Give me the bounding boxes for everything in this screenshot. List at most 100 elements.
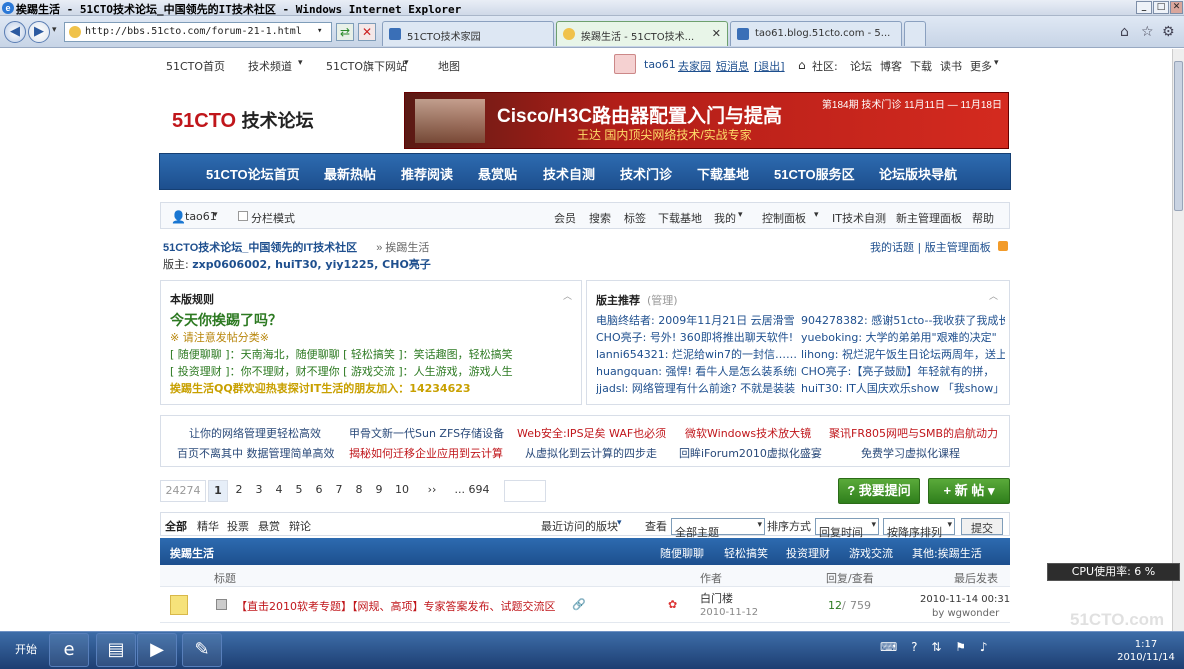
minimize-button[interactable]: _ xyxy=(1136,1,1152,14)
mainnav-bounty[interactable]: 悬赏贴 xyxy=(478,164,517,183)
security-icon[interactable]: ⚑ xyxy=(955,640,966,654)
tools-gear-icon[interactable]: ⚙ xyxy=(1162,24,1175,40)
pager-page[interactable]: 8 xyxy=(350,480,368,502)
address-bar[interactable]: http://bbs.51cto.com/forum-21-1.html ▾ xyxy=(64,22,332,42)
pager-page[interactable]: 3 xyxy=(250,480,268,502)
history-dropdown-icon[interactable]: ▾ xyxy=(52,25,57,35)
mainnav-clinic[interactable]: 技术门诊 xyxy=(620,164,672,183)
recommend-manage[interactable]: (管理) xyxy=(647,292,678,308)
tab-close-icon[interactable]: ✕ xyxy=(712,27,721,40)
pager-page-current[interactable]: 1 xyxy=(208,480,228,502)
topnav-messages[interactable]: 短消息 xyxy=(716,58,749,74)
pager-page[interactable]: 2 xyxy=(230,480,248,502)
userbar-control-panel[interactable]: 控制面板 xyxy=(762,210,806,226)
userbar-tags[interactable]: 标签 xyxy=(624,210,646,226)
collapse-icon[interactable]: ︿ xyxy=(563,289,572,302)
forum-category[interactable]: 投资理财 xyxy=(786,545,830,561)
mainnav-recommended[interactable]: 推荐阅读 xyxy=(401,164,453,183)
recommend-item[interactable]: CHO亮子:【亮子鼓励】年轻就有的拼， xyxy=(801,363,1005,380)
recommend-item[interactable]: CHO亮子: 号外! 360即将推出聊天软件! xyxy=(596,329,796,346)
new-tab-button[interactable] xyxy=(904,21,926,46)
admin-panel-link[interactable]: 版主管理面板 xyxy=(925,241,991,254)
filter-tab-all[interactable]: 全部 xyxy=(165,518,187,534)
userbar-mine[interactable]: 我的 xyxy=(714,210,736,226)
pager-page[interactable]: 9 xyxy=(370,480,388,502)
recommend-item[interactable]: lihong: 祝烂泥午饭生日论坛两周年，送上 xyxy=(801,346,1005,363)
tab-forum-active[interactable]: 挨踢生活 - 51CTO技术... ✕ xyxy=(556,21,728,46)
forum-category[interactable]: 轻松搞笑 xyxy=(724,545,768,561)
filter-tab-bounty[interactable]: 悬赏 xyxy=(258,518,280,534)
refresh-icon[interactable]: ⇄ xyxy=(336,23,354,41)
back-icon[interactable]: ◀ xyxy=(4,21,26,43)
site-logo[interactable]: 51CTO 技术论坛 xyxy=(172,107,314,133)
forum-category[interactable]: 其他:挨踢生活 xyxy=(912,545,982,561)
ad-link[interactable]: 让你的网络管理更轻松高效 xyxy=(189,425,321,441)
ad-link[interactable]: 百页不离其中 数据管理简单高效 xyxy=(177,445,335,461)
ad-link[interactable]: 微软Windows技术放大镜 xyxy=(685,425,811,441)
mainnav-boards[interactable]: 论坛版块导航 xyxy=(879,164,957,183)
filter-tab-digest[interactable]: 精华 xyxy=(197,518,219,534)
thread-last-by[interactable]: by wgwonder xyxy=(932,608,999,619)
pager-page[interactable]: 7 xyxy=(330,480,348,502)
view-select[interactable]: 全部主题 ▾ xyxy=(671,518,765,539)
filter-tab-poll[interactable]: 投票 xyxy=(227,518,249,534)
pager-goto-input[interactable] xyxy=(504,480,546,502)
topnav-user[interactable]: tao61 xyxy=(644,58,676,71)
rss-icon[interactable] xyxy=(998,241,1009,251)
community-books[interactable]: 读书 xyxy=(940,58,962,74)
topnav-home-link[interactable]: 去家园 xyxy=(678,58,711,74)
tab-blog[interactable]: tao61.blog.51cto.com - 5... xyxy=(730,21,902,46)
network-icon[interactable]: ⇅ xyxy=(931,640,941,654)
close-button[interactable]: ✕ xyxy=(1170,1,1183,14)
forum-category[interactable]: 游戏交流 xyxy=(849,545,893,561)
table-row[interactable]: 【直击2010软考专题】【网规、高项】专家答案发布、试题交流区 🔗 ✿ 白门楼 … xyxy=(160,587,1010,623)
mainnav-hot[interactable]: 最新热帖 xyxy=(324,164,376,183)
recommend-item[interactable]: 电脑终结者: 2009年11月21日 云居滑雪! xyxy=(596,312,796,329)
my-topics-link[interactable]: 我的话题 xyxy=(870,241,914,254)
topnav-channels[interactable]: 技术频道 xyxy=(248,58,292,74)
stop-icon[interactable]: ✕ xyxy=(358,23,376,41)
breadcrumb-site[interactable]: 51CTO技术论坛_中国领先的IT技术社区 xyxy=(163,242,357,254)
scrollbar-thumb[interactable] xyxy=(1174,61,1183,211)
volume-icon[interactable]: ♪ xyxy=(980,640,988,654)
ie-taskbar-icon[interactable]: e xyxy=(49,633,89,667)
mainnav-selftest[interactable]: 技术自测 xyxy=(543,164,595,183)
home-icon[interactable]: ⌂ xyxy=(1120,24,1129,40)
community-forum[interactable]: 论坛 xyxy=(850,58,872,74)
community-download[interactable]: 下载 xyxy=(910,58,932,74)
mainnav-service[interactable]: 51CTO服务区 xyxy=(774,164,855,183)
topnav-home[interactable]: 51CTO首页 xyxy=(166,58,225,74)
avatar[interactable] xyxy=(614,54,636,74)
userbar-search[interactable]: 搜索 xyxy=(589,210,611,226)
split-mode-label[interactable]: 分栏模式 xyxy=(251,210,295,226)
recommend-item[interactable]: 904278382: 感谢51cto--我收获了我成长 xyxy=(801,312,1005,329)
mainnav-home[interactable]: 51CTO论坛首页 xyxy=(206,164,300,183)
ad-link[interactable]: 揭秘如何迁移企业应用到云计算 xyxy=(349,445,503,461)
userbar-members[interactable]: 会员 xyxy=(554,210,576,226)
ad-link[interactable]: Web安全:IPS足矣 WAF也必须 xyxy=(517,425,666,441)
page-scrollbar[interactable] xyxy=(1172,49,1184,631)
userbar-help[interactable]: 帮助 xyxy=(972,210,994,226)
address-dropdown-icon[interactable]: ▾ xyxy=(317,26,322,36)
paint-taskbar-icon[interactable]: ✎ xyxy=(182,633,222,667)
pager-page[interactable]: 10 xyxy=(390,480,414,502)
recommend-item[interactable]: jjadsl: 网络管理有什么前途? 不就是装装 xyxy=(596,380,796,397)
recommend-item[interactable]: huiT30: IT人国庆欢乐show 「我show」 xyxy=(801,380,1005,397)
start-button[interactable]: 开始 xyxy=(1,633,45,667)
mainnav-download[interactable]: 下载基地 xyxy=(697,164,749,183)
maximize-button[interactable]: □ xyxy=(1153,1,1169,14)
new-post-button[interactable]: + 新 帖 ▾ xyxy=(928,478,1010,504)
forward-icon[interactable]: ▶ xyxy=(28,21,50,43)
recommend-item[interactable]: huangquan: 强悍! 看牛人是怎么装系统的 xyxy=(596,363,796,380)
sort-select[interactable]: 回复时间 ▾ xyxy=(815,518,879,539)
userbar-admin[interactable]: 新主管理面板 xyxy=(896,210,962,226)
pager-page[interactable]: 6 xyxy=(310,480,328,502)
pager-page[interactable]: 5 xyxy=(290,480,308,502)
userbar-selftest[interactable]: IT技术自测 xyxy=(832,210,886,226)
ad-link[interactable]: 聚讯FR805网吧与SMB的启航动力 xyxy=(829,425,998,441)
banner-ad[interactable]: Cisco/H3C路由器配置入门与提高 王达 国内顶尖网络技术/实战专家 第18… xyxy=(404,92,1009,149)
media-player-taskbar-icon[interactable]: ▶ xyxy=(137,633,177,667)
keyboard-icon[interactable]: ⌨ xyxy=(880,640,897,654)
topnav-sites[interactable]: 51CTO旗下网站 xyxy=(326,58,407,74)
thread-last-time[interactable]: 2010-11-14 00:31 xyxy=(920,594,1010,605)
